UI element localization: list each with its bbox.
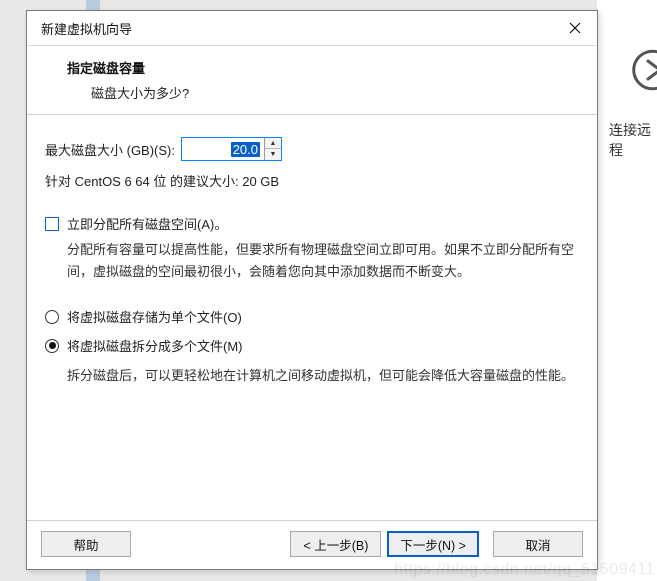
header-title: 指定磁盘容量 (67, 58, 585, 77)
dialog-title: 新建虚拟机向导 (41, 19, 132, 38)
watermark: https://blog.csdn.net/qq_51509411 (394, 561, 655, 579)
content-area: 最大磁盘大小 (GB)(S): 20.0 ▲ ▼ 针对 CentOS 6 64 … (27, 115, 597, 520)
disk-size-value: 20.0 (231, 142, 260, 157)
spinner-down[interactable]: ▼ (265, 149, 281, 160)
allocate-now-checkbox[interactable] (45, 217, 59, 231)
header: 指定磁盘容量 磁盘大小为多少? (27, 46, 597, 110)
back-button[interactable]: < 上一步(B) (290, 531, 381, 557)
allocate-now-label: 立即分配所有磁盘空间(A)。 (67, 214, 227, 233)
cancel-button[interactable]: 取消 (493, 531, 583, 557)
background-label: 连接远程 (609, 120, 657, 160)
store-split-radio[interactable] (45, 339, 59, 353)
background-panel: 连接远程 (597, 0, 657, 581)
store-split-row[interactable]: 将虚拟磁盘拆分成多个文件(M) (45, 336, 579, 355)
store-split-desc: 拆分磁盘后，可以更轻松地在计算机之间移动虚拟机，但可能会降低大容量磁盘的性能。 (67, 365, 579, 387)
allocate-now-row[interactable]: 立即分配所有磁盘空间(A)。 (45, 214, 579, 233)
recommended-size-hint: 针对 CentOS 6 64 位 的建议大小: 20 GB (45, 171, 579, 190)
help-button[interactable]: 帮助 (41, 531, 131, 557)
disk-size-spinner[interactable]: 20.0 ▲ ▼ (181, 137, 282, 161)
allocate-now-desc: 分配所有容量可以提高性能，但要求所有物理磁盘空间立即可用。如果不立即分配所有空间… (67, 239, 579, 283)
spinner-up[interactable]: ▲ (265, 138, 281, 149)
disk-size-input[interactable]: 20.0 (182, 138, 264, 160)
disk-size-label: 最大磁盘大小 (GB)(S): (45, 140, 175, 159)
store-single-label: 将虚拟磁盘存储为单个文件(O) (67, 307, 242, 326)
connect-icon (612, 40, 657, 100)
store-single-radio[interactable] (45, 310, 59, 324)
store-single-row[interactable]: 将虚拟磁盘存储为单个文件(O) (45, 307, 579, 326)
header-subtitle: 磁盘大小为多少? (67, 83, 585, 102)
next-button[interactable]: 下一步(N) > (387, 531, 479, 557)
spinner-buttons: ▲ ▼ (264, 138, 281, 160)
wizard-dialog: 新建虚拟机向导 指定磁盘容量 磁盘大小为多少? 最大磁盘大小 (GB)(S): … (26, 10, 598, 570)
store-split-label: 将虚拟磁盘拆分成多个文件(M) (67, 336, 243, 355)
titlebar: 新建虚拟机向导 (27, 11, 597, 46)
close-button[interactable] (561, 17, 589, 39)
disk-size-row: 最大磁盘大小 (GB)(S): 20.0 ▲ ▼ (45, 137, 579, 161)
